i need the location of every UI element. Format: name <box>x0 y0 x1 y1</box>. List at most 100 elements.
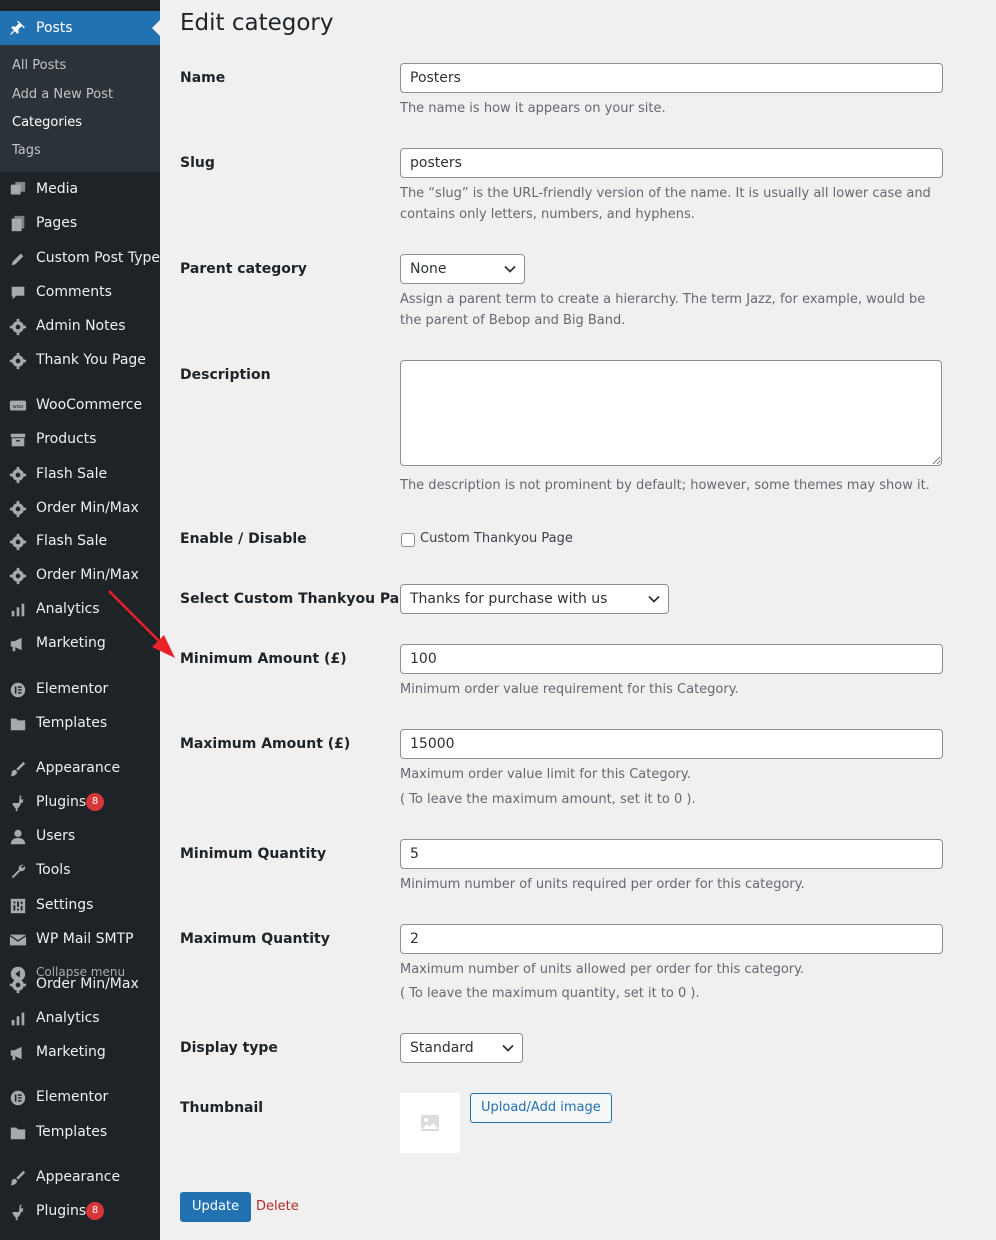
sidebar-item-products[interactable]: Products <box>0 426 160 454</box>
sidebar-item-label: Comments <box>36 284 112 300</box>
sidebar-item-label: Analytics <box>36 1010 100 1026</box>
sidebar-item-thank-you-page[interactable]: Thank You Page <box>0 347 160 375</box>
edit-category-page: Edit category Name The name is how it ap… <box>160 0 996 1240</box>
sidebar-item-label: Settings <box>36 897 94 913</box>
chevron-down-icon <box>648 594 660 604</box>
enable-disable-label: Enable / Disable <box>180 531 307 547</box>
submenu-all-posts[interactable]: All Posts <box>12 58 66 73</box>
sidebar-item-settings[interactable]: Settings <box>0 892 160 920</box>
image-placeholder-icon <box>421 1115 439 1131</box>
sidebar-item-tools[interactable]: Tools <box>0 857 160 885</box>
max-amount-input[interactable] <box>400 729 943 759</box>
min-amount-label: Minimum Amount (£) <box>180 651 347 667</box>
sidebar-item-woocommerce[interactable]: woo WooCommerce <box>0 392 160 420</box>
max-quantity-label: Maximum Quantity <box>180 931 330 947</box>
plug-icon <box>9 794 27 812</box>
upload-add-image-button[interactable]: Upload/Add image <box>470 1093 612 1123</box>
sidebar-item-label: Templates <box>36 1124 108 1140</box>
sidebar-item-plugins[interactable]: Plugins 8 <box>0 789 160 817</box>
sidebar-item-label: Templates <box>36 715 108 731</box>
parent-category-select[interactable]: None <box>400 254 525 284</box>
sidebar-item-label: Pages <box>36 215 78 231</box>
sidebar-item-templates[interactable]: Templates <box>0 710 160 738</box>
sidebar-item-wp-mail-smtp[interactable]: WP Mail SMTP <box>0 926 160 954</box>
submenu-add-new-post[interactable]: Add a New Post <box>12 87 113 102</box>
sidebar-item-appearance[interactable]: Appearance <box>0 1164 160 1192</box>
update-button[interactable]: Update <box>180 1192 252 1222</box>
woo-icon: woo <box>9 397 27 415</box>
display-type-label: Display type <box>180 1040 278 1056</box>
custom-thankyou-checkbox[interactable] <box>401 533 415 547</box>
name-input[interactable] <box>400 63 943 93</box>
sidebar-item-templates[interactable]: Templates <box>0 1119 160 1147</box>
pushpin-icon <box>9 19 27 37</box>
min-quantity-label: Minimum Quantity <box>180 846 327 862</box>
sidebar-item-marketing[interactable]: Marketing <box>0 1039 160 1067</box>
sidebar-item-flash-sale[interactable]: Flash Sale <box>0 461 160 489</box>
plug-icon <box>9 1203 27 1221</box>
min-amount-description: Minimum order value requirement for this… <box>400 682 739 697</box>
max-quantity-note: ( To leave the maximum quantity, set it … <box>400 986 700 1001</box>
display-type-value: Standard <box>410 1040 474 1056</box>
sidebar-item-label: Elementor <box>36 1089 109 1105</box>
display-type-select[interactable]: Standard <box>400 1033 523 1063</box>
gear-icon <box>9 466 27 484</box>
folder-icon <box>9 715 27 733</box>
pencil-icon <box>9 250 27 268</box>
submenu-tags[interactable]: Tags <box>12 143 41 158</box>
sidebar-item-admin-notes[interactable]: Admin Notes <box>0 313 160 341</box>
sidebar-item-pages[interactable]: Pages <box>0 210 160 238</box>
annotation-arrow <box>108 590 175 658</box>
delete-link[interactable]: Delete <box>256 1199 299 1214</box>
sidebar-item-comments[interactable]: Comments <box>0 279 160 307</box>
sidebar-item-flash-sale[interactable]: Flash Sale <box>0 528 160 556</box>
sidebar-item-order-min-max[interactable]: Order Min/Max <box>0 495 160 523</box>
gear-icon <box>9 567 27 585</box>
thankyou-page-label: Select Custom Thankyou Page <box>180 591 419 607</box>
bar-chart-icon <box>9 601 27 619</box>
sidebar-item-label: Admin Notes <box>36 318 126 334</box>
min-quantity-description: Minimum number of units required per ord… <box>400 877 805 892</box>
description-label: Description <box>180 367 271 383</box>
bar-chart-icon <box>9 1010 27 1028</box>
sidebar-item-label: Media <box>36 181 79 197</box>
sidebar-item-plugins[interactable]: Plugins 8 <box>0 1198 160 1226</box>
sidebar-item-appearance[interactable]: Appearance <box>0 755 160 783</box>
sidebar-item-custom-post-type[interactable]: Custom Post Type <box>0 245 160 273</box>
sidebar-item-media[interactable]: Media <box>0 176 160 204</box>
max-amount-label: Maximum Amount (£) <box>180 736 351 752</box>
sidebar-item-elementor[interactable]: Elementor <box>0 1084 160 1112</box>
gear-icon <box>9 352 27 370</box>
thankyou-page-select[interactable]: Thanks for purchase with us <box>400 584 669 614</box>
custom-thankyou-checkbox-label[interactable]: Custom Thankyou Page <box>420 531 573 546</box>
min-amount-input[interactable] <box>400 644 943 674</box>
gear-icon <box>9 318 27 336</box>
sidebar-item-elementor[interactable]: Elementor <box>0 676 160 704</box>
slug-input[interactable] <box>400 148 943 178</box>
sidebar-item-label: Users <box>36 828 76 844</box>
current-menu-notch <box>152 20 160 36</box>
parent-category-description: Assign a parent term to create a hierarc… <box>400 292 926 328</box>
max-quantity-input[interactable] <box>400 924 943 954</box>
pages-icon <box>9 215 27 233</box>
sidebar-item-label: Order Min/Max <box>36 567 139 583</box>
sidebar-item-label: Marketing <box>36 635 106 651</box>
sidebar-item-order-min-max[interactable]: Order Min/Max <box>0 971 160 999</box>
user-icon <box>9 828 27 846</box>
sidebar-item-order-min-max[interactable]: Order Min/Max <box>0 562 160 590</box>
mail-icon <box>9 931 27 949</box>
paintbrush-icon <box>9 1169 27 1187</box>
sidebar-item-posts[interactable]: Posts <box>0 11 160 45</box>
gear-icon <box>9 976 27 994</box>
posts-submenu: All Posts Add a New Post Categories Tags <box>0 45 160 172</box>
parent-category-label: Parent category <box>180 261 307 277</box>
slug-description: The “slug” is the URL-friendly version o… <box>400 186 931 222</box>
sidebar-item-analytics[interactable]: Analytics <box>0 1005 160 1033</box>
submenu-categories[interactable]: Categories <box>12 115 82 130</box>
sidebar-item-users[interactable]: Users <box>0 823 160 851</box>
description-textarea[interactable] <box>400 360 942 466</box>
paintbrush-icon <box>9 760 27 778</box>
thankyou-page-value: Thanks for purchase with us <box>410 591 608 607</box>
sidebar-item-label: Posts <box>36 20 73 36</box>
min-quantity-input[interactable] <box>400 839 943 869</box>
